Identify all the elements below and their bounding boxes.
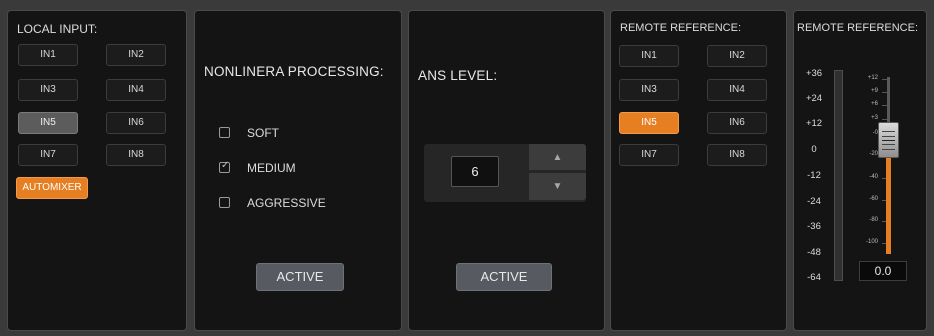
fader-scale-label: -60: [869, 196, 878, 202]
local-input-panel: LOCAL INPUT: IN1 IN2 IN3 IN4 IN5 IN6 IN7…: [7, 10, 187, 331]
remote-reference-title: REMOTE REFERENCE:: [620, 22, 742, 34]
meter-scale-label: -36: [807, 221, 821, 232]
fader-scale-label: +6: [871, 101, 878, 107]
fader-fill: [886, 157, 891, 254]
soft-checkbox[interactable]: [219, 127, 230, 138]
increment-arrow-up-icon[interactable]: ▲: [529, 144, 586, 171]
automixer-button[interactable]: AUTOMIXER: [16, 177, 88, 199]
fader-scale-label: +9: [871, 88, 878, 94]
meter-scale-label: -24: [807, 196, 821, 207]
remote-in3-button[interactable]: IN3: [619, 79, 679, 101]
nonlinear-active-button[interactable]: ACTIVE: [256, 263, 344, 291]
local-in2-button[interactable]: IN2: [106, 44, 166, 66]
remote-in1-button[interactable]: IN1: [619, 45, 679, 67]
remote-in8-button[interactable]: IN8: [707, 144, 767, 166]
fader-scale-label: +12: [867, 75, 878, 81]
remote-reference-input-panel: REMOTE REFERENCE: IN1 IN2 IN3 IN4 IN5 IN…: [610, 10, 787, 331]
checkmark-icon: ✓: [221, 160, 230, 171]
soft-label: SOFT: [247, 126, 279, 140]
local-in1-button[interactable]: IN1: [18, 44, 78, 66]
remote-in7-button[interactable]: IN7: [619, 144, 679, 166]
remote-reference-level-title: REMOTE REFERENCE:: [797, 22, 919, 34]
remote-in4-button[interactable]: IN4: [707, 79, 767, 101]
aggressive-label: AGGRESSIVE: [247, 196, 326, 210]
ans-level-stepper: 6 ▲ ▼: [424, 144, 586, 202]
remote-in2-button[interactable]: IN2: [707, 45, 767, 67]
ans-active-button[interactable]: ACTIVE: [456, 263, 552, 291]
nonlinear-heading: NONLINERA PROCESSING:: [204, 64, 384, 79]
local-in3-button[interactable]: IN3: [18, 79, 78, 101]
ans-level-panel: ANS LEVEL: 6 ▲ ▼ ACTIVE: [408, 10, 605, 331]
ans-heading: ANS LEVEL:: [418, 68, 498, 83]
fader-scale-label: +3: [871, 115, 878, 121]
decrement-arrow-down-icon[interactable]: ▼: [529, 173, 586, 200]
fader-scale-label: -80: [869, 217, 878, 223]
local-input-title: LOCAL INPUT:: [17, 22, 98, 36]
remote-in5-button[interactable]: IN5: [619, 112, 679, 134]
local-in8-button[interactable]: IN8: [106, 144, 166, 166]
fader-scale-label: -100: [865, 239, 878, 245]
fader-handle[interactable]: [878, 122, 899, 158]
meter-scale-label: -48: [807, 247, 821, 258]
medium-label: MEDIUM: [247, 161, 296, 175]
fader-scale-label: -0: [872, 130, 878, 136]
aggressive-checkbox[interactable]: [219, 197, 230, 208]
meter-scale-label: -12: [807, 170, 821, 181]
meter-scale-label: +36: [805, 68, 823, 79]
remote-in6-button[interactable]: IN6: [707, 112, 767, 134]
meter-scale-label: -64: [807, 272, 821, 283]
nonlinear-processing-panel: NONLINERA PROCESSING: SOFT ✓ MEDIUM AGGR…: [194, 10, 402, 331]
local-in5-button[interactable]: IN5: [18, 112, 78, 134]
fader-value-readout[interactable]: 0.0: [859, 261, 907, 281]
level-meter-bar: [834, 70, 843, 281]
meter-scale-label: 0: [811, 144, 817, 155]
ans-level-value[interactable]: 6: [451, 156, 499, 187]
meter-scale-label: +12: [805, 118, 823, 129]
remote-reference-level-panel: REMOTE REFERENCE: +36 +24 +12 0 -12 -24 …: [793, 10, 927, 331]
fader-scale-label: -40: [869, 174, 878, 180]
fader-scale-label: -20: [869, 151, 878, 157]
local-in7-button[interactable]: IN7: [18, 144, 78, 166]
medium-checkbox[interactable]: ✓: [219, 160, 230, 173]
local-in6-button[interactable]: IN6: [106, 112, 166, 134]
local-in4-button[interactable]: IN4: [106, 79, 166, 101]
meter-scale-label: +24: [805, 93, 823, 104]
